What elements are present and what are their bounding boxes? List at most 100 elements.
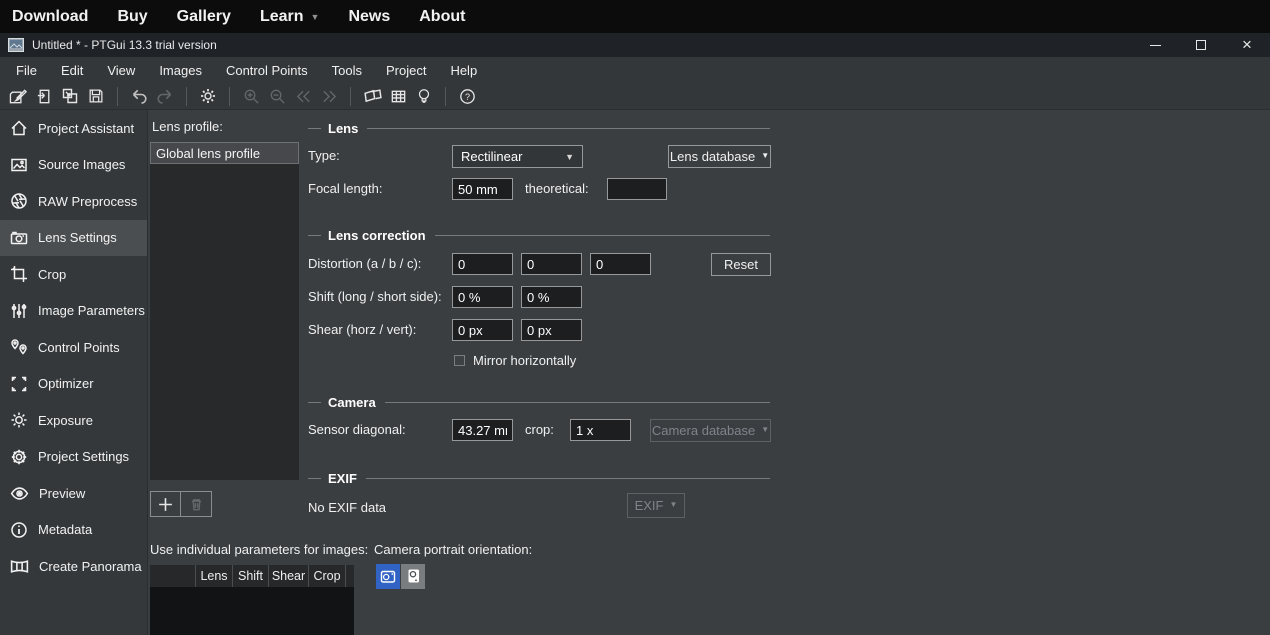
dropdown-arrow-icon: ▼ xyxy=(761,151,769,160)
settings-gear-icon[interactable] xyxy=(195,84,221,108)
shear-vert-input[interactable] xyxy=(521,319,582,341)
mirror-horizontally-checkbox[interactable] xyxy=(454,355,465,366)
add-profile-button[interactable] xyxy=(150,491,181,517)
sidebar-item-exposure[interactable]: Exposure xyxy=(0,402,147,439)
menu-view[interactable]: View xyxy=(95,63,147,78)
orientation-toggle xyxy=(376,564,425,589)
close-button[interactable]: × xyxy=(1224,33,1270,57)
sidebar-item-project-assistant[interactable]: Project Assistant xyxy=(0,110,147,147)
menu-project[interactable]: Project xyxy=(374,63,438,78)
crop-label: crop: xyxy=(525,422,554,437)
shear-label: Shear (horz / vert): xyxy=(308,322,416,337)
camera-portrait-icon xyxy=(405,568,422,585)
lens-group-header: Lens xyxy=(328,121,358,136)
image-icon xyxy=(9,155,29,175)
zoom-out-icon[interactable] xyxy=(264,84,290,108)
sidebar-item-raw-preprocess[interactable]: RAW Preprocess xyxy=(0,183,147,220)
sidebar-item-optimizer[interactable]: Optimizer xyxy=(0,366,147,403)
toolbar-separator xyxy=(229,87,230,106)
next-icon[interactable] xyxy=(316,84,342,108)
nav-about[interactable]: About xyxy=(419,8,465,26)
help-icon[interactable]: ? xyxy=(454,84,480,108)
home-icon xyxy=(9,118,29,138)
menu-help[interactable]: Help xyxy=(438,63,489,78)
sidebar-item-lens-settings[interactable]: Lens Settings xyxy=(0,220,147,257)
sidebar-item-create-panorama[interactable]: Create Panorama xyxy=(0,548,147,585)
toolbar-separator xyxy=(445,87,446,106)
exif-button[interactable]: EXIF▼ xyxy=(627,493,685,518)
menu-control-points[interactable]: Control Points xyxy=(214,63,320,78)
previous-icon[interactable] xyxy=(290,84,316,108)
map-pins-icon xyxy=(9,337,29,357)
apply-template-icon[interactable] xyxy=(57,84,83,108)
sidebar-item-crop[interactable]: Crop xyxy=(0,256,147,293)
shear-horz-input[interactable] xyxy=(452,319,513,341)
sensor-diagonal-label: Sensor diagonal: xyxy=(308,422,406,437)
no-exif-data-text: No EXIF data xyxy=(308,500,386,515)
menu-tools[interactable]: Tools xyxy=(320,63,374,78)
menu-edit[interactable]: Edit xyxy=(49,63,95,78)
shift-short-input[interactable] xyxy=(521,286,582,308)
sidebar: Project Assistant Source Images RAW Prep… xyxy=(0,110,148,635)
distortion-b-input[interactable] xyxy=(521,253,582,275)
sidebar-item-source-images[interactable]: Source Images xyxy=(0,147,147,184)
toolbar: ? xyxy=(0,83,1270,110)
distortion-a-input[interactable] xyxy=(452,253,513,275)
panorama-editor-icon[interactable] xyxy=(359,84,385,108)
camera-landscape-icon xyxy=(380,568,397,585)
nav-gallery[interactable]: Gallery xyxy=(177,8,231,26)
distortion-c-input[interactable] xyxy=(590,253,651,275)
toolbar-separator xyxy=(117,87,118,106)
theoretical-focal-input[interactable] xyxy=(607,178,667,200)
menu-file[interactable]: File xyxy=(4,63,49,78)
table-body-empty xyxy=(150,587,354,635)
minimize-button[interactable] xyxy=(1132,33,1178,57)
individual-parameters-table[interactable]: Lens Shift Shear Crop xyxy=(150,565,354,635)
lens-correction-group-header: Lens correction xyxy=(328,228,426,243)
toolbar-separator xyxy=(186,87,187,106)
shift-long-input[interactable] xyxy=(452,286,513,308)
individual-parameters-label: Use individual parameters for images: xyxy=(150,542,368,557)
menu-images[interactable]: Images xyxy=(147,63,214,78)
lens-profile-list[interactable]: Global lens profile xyxy=(150,142,299,480)
panorama-icon xyxy=(9,556,30,577)
save-project-icon[interactable] xyxy=(83,84,109,108)
camera-database-button[interactable]: Camera database▼ xyxy=(650,419,771,442)
zoom-in-icon[interactable] xyxy=(238,84,264,108)
sidebar-item-metadata[interactable]: Metadata xyxy=(0,512,147,549)
nav-buy[interactable]: Buy xyxy=(117,8,147,26)
open-project-icon[interactable] xyxy=(31,84,57,108)
sidebar-item-control-points[interactable]: Control Points xyxy=(0,329,147,366)
nav-news[interactable]: News xyxy=(348,8,390,26)
camera-portrait-button[interactable] xyxy=(401,564,425,589)
chevron-down-icon: ▼ xyxy=(565,152,574,162)
dropdown-arrow-icon: ▼ xyxy=(669,500,677,509)
minimize-icon xyxy=(1150,45,1161,46)
lens-profile-item-selected[interactable]: Global lens profile xyxy=(150,142,299,164)
camera-landscape-button[interactable] xyxy=(376,564,400,589)
info-icon xyxy=(9,520,29,540)
delete-profile-button[interactable] xyxy=(181,491,212,517)
focal-length-label: Focal length: xyxy=(308,181,382,196)
detail-viewer-icon[interactable] xyxy=(385,84,411,108)
lens-type-select[interactable]: Rectilinear ▼ xyxy=(452,145,583,168)
maximize-button[interactable] xyxy=(1178,33,1224,57)
sidebar-item-preview[interactable]: Preview xyxy=(0,475,147,512)
undo-icon[interactable] xyxy=(126,84,152,108)
window-title: Untitled * - PTGui 13.3 trial version xyxy=(32,38,217,52)
sun-icon xyxy=(9,410,29,430)
focal-length-input[interactable] xyxy=(452,178,513,200)
plus-icon xyxy=(157,496,174,513)
gear-icon xyxy=(9,447,29,467)
hint-bulb-icon[interactable] xyxy=(411,84,437,108)
sensor-diagonal-input[interactable] xyxy=(452,419,513,441)
crop-factor-input[interactable] xyxy=(570,419,631,441)
sidebar-item-image-parameters[interactable]: Image Parameters xyxy=(0,293,147,330)
nav-learn[interactable]: Learn▼ xyxy=(260,8,320,26)
lens-database-button[interactable]: Lens database▼ xyxy=(668,145,771,168)
nav-download[interactable]: Download xyxy=(12,8,88,26)
new-project-icon[interactable] xyxy=(5,84,31,108)
reset-button[interactable]: Reset xyxy=(711,253,771,276)
redo-icon[interactable] xyxy=(152,84,178,108)
sidebar-item-project-settings[interactable]: Project Settings xyxy=(0,439,147,476)
